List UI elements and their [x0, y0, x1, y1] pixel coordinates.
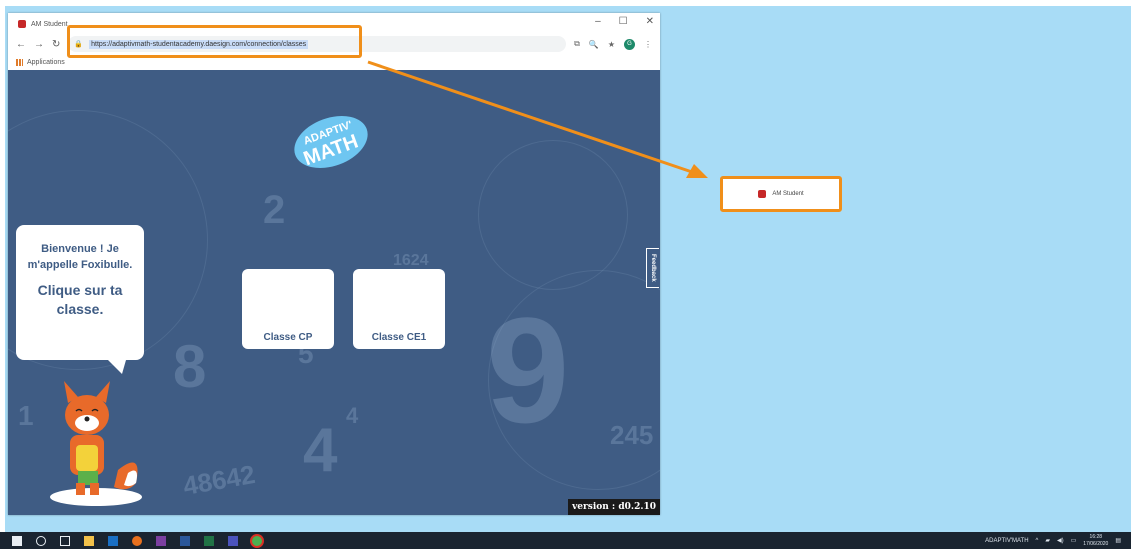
class-ce1-label: Classe CE1: [371, 332, 427, 343]
app-content: 2 8 5 4 4 9 1 245 48642 1624 ADAPTIV' MA…: [8, 70, 660, 515]
back-icon[interactable]: ←: [16, 39, 26, 50]
chrome-icon[interactable]: [252, 535, 262, 546]
word-icon[interactable]: [180, 535, 190, 546]
bookmarks-apps-label[interactable]: Applications: [27, 59, 65, 66]
window-controls: – ☐ ✕: [595, 16, 654, 27]
firefox-icon[interactable]: [132, 535, 142, 546]
start-icon[interactable]: [12, 535, 22, 546]
app-favicon-icon: [18, 20, 26, 28]
bg-number: 4: [303, 416, 338, 485]
callout-label: AM Student: [772, 191, 804, 197]
bookmark-star-icon[interactable]: ★: [608, 40, 615, 49]
class-ce1-button[interactable]: Classe CE1: [353, 269, 445, 349]
tray-expand-icon[interactable]: ^: [1036, 538, 1039, 544]
file-explorer-icon[interactable]: [84, 535, 94, 546]
outlook-icon[interactable]: [108, 535, 118, 546]
bg-number: 1624: [393, 252, 429, 269]
maximize-icon[interactable]: ☐: [619, 16, 628, 27]
clock[interactable]: 16:28 17/06/2020: [1083, 534, 1108, 548]
minimize-icon[interactable]: –: [595, 16, 601, 27]
bg-number: 4: [346, 403, 359, 428]
bg-number: 245: [610, 420, 654, 450]
excel-icon[interactable]: [204, 535, 214, 546]
bg-circle: [478, 140, 628, 290]
notifications-icon[interactable]: ▤: [1115, 537, 1121, 544]
browser-window: AM Student – ☐ ✕ ← → ↻ 🔒 https://adaptiv…: [8, 13, 660, 515]
clock-time: 16:28: [1089, 533, 1103, 540]
forward-icon[interactable]: →: [34, 39, 44, 50]
adaptivmath-logo: ADAPTIV' MATH: [294, 115, 368, 170]
profile-avatar[interactable]: G: [624, 38, 635, 50]
task-view-icon[interactable]: [60, 535, 70, 546]
speech-instruction-text: Clique sur ta classe.: [37, 282, 123, 317]
system-tray: ADAPTIV'MATH ^ ▰ ◀) ▭ 16:28 17/06/2020 ▤: [985, 532, 1121, 549]
translate-icon[interactable]: ⧉: [574, 39, 580, 49]
url-highlight-annotation: [67, 25, 362, 58]
teams-icon[interactable]: [228, 535, 238, 546]
class-cp-label: Classe CP: [263, 332, 313, 343]
bg-number: 48642: [180, 458, 258, 502]
tab-title: AM Student: [31, 20, 68, 28]
toolbar-icons: ⧉ 🔍 ★ G ⋮: [574, 38, 652, 50]
onenote-icon[interactable]: [156, 535, 166, 546]
app-favicon-icon: [758, 190, 767, 198]
tab-callout-annotation: AM Student: [720, 176, 842, 212]
class-cp-button[interactable]: Classe CP: [242, 269, 334, 349]
menu-icon[interactable]: ⋮: [644, 40, 652, 49]
reload-icon[interactable]: ↻: [52, 39, 60, 50]
close-icon[interactable]: ✕: [646, 16, 654, 27]
bg-number: 1: [18, 400, 34, 431]
speech-bubble: Bienvenue ! Je m'appelle Foxibulle. Cliq…: [16, 225, 144, 374]
taskbar-app-label[interactable]: ADAPTIV'MATH: [985, 538, 1028, 544]
bg-number: 8: [173, 333, 207, 400]
display-icon[interactable]: ▭: [1071, 537, 1077, 544]
taskbar: ADAPTIV'MATH ^ ▰ ◀) ▭ 16:28 17/06/2020 ▤: [0, 532, 1131, 549]
bg-number: 9: [486, 286, 570, 454]
fox-mascot-icon: [50, 381, 142, 506]
version-label: version : d0.2.10: [568, 499, 660, 515]
zoom-icon[interactable]: 🔍: [589, 40, 599, 49]
feedback-button[interactable]: Feedback: [646, 248, 659, 288]
speech-welcome-text: Bienvenue ! Je m'appelle Foxibulle.: [27, 243, 133, 271]
volume-icon[interactable]: ◀): [1057, 537, 1064, 544]
network-icon[interactable]: ▰: [1045, 537, 1050, 544]
bg-number: 2: [263, 188, 286, 232]
apps-grid-icon[interactable]: [16, 58, 23, 66]
clock-date: 17/06/2020: [1083, 540, 1109, 547]
search-icon[interactable]: [36, 535, 46, 546]
